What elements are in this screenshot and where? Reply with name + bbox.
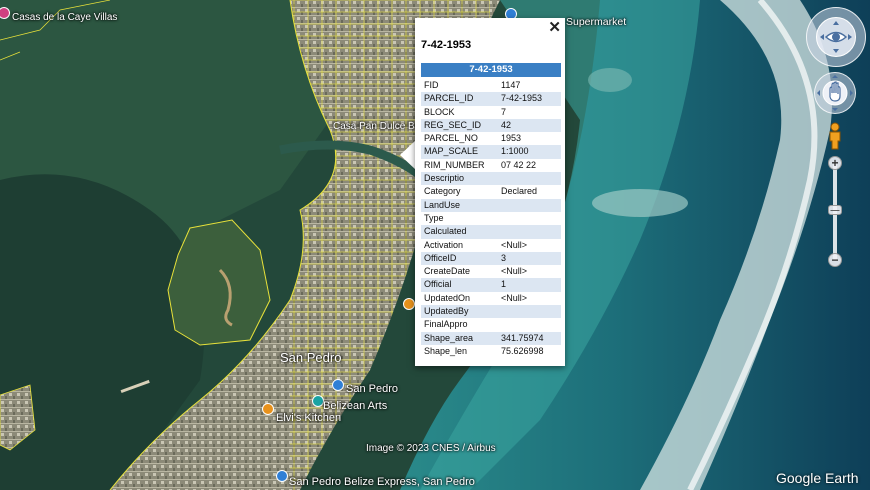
attribute-row: UpdatedOn <Null> [421,292,561,305]
attribute-key: OfficeID [421,251,498,266]
attribute-key: Official [421,278,498,292]
google-earth-logo: Google Earth [776,470,859,486]
attribute-value: 1 [498,278,561,292]
attribute-row: OfficeID 3 [421,251,561,266]
attribute-row: CreateDate <Null> [421,265,561,278]
attribute-row: Activation <Null> [421,239,561,252]
attribute-key: Type [424,212,444,223]
attribute-key: REG_SEC_ID [421,118,498,133]
attribute-key: Activation [424,239,464,250]
image-attribution: Image © 2023 CNES / Airbus [366,443,496,454]
poi-pin-express[interactable] [276,470,288,482]
attribute-row: Type [421,212,561,225]
attribute-row: Descriptio [421,172,561,186]
attribute-key: UpdatedBy [421,305,498,319]
sand-patch-2 [588,68,632,92]
attribute-key: MAP_SCALE [421,145,498,159]
look-around-icon[interactable] [816,17,856,57]
attribute-row: LandUse [421,198,561,212]
attribute-value: 1147 [501,80,521,90]
attribute-row: Category Declared [421,185,561,198]
attribute-key: PARCEL_NO [424,133,478,144]
popup-title: 7-42-1953 [421,39,472,51]
attribute-value: Declared [501,186,538,197]
attribute-value [498,225,561,239]
attribute-value [498,198,561,212]
attribute-row: Shape_area 341.75974 [421,331,561,345]
attribute-row: FID 1147 [421,79,561,92]
sand-patch [592,189,688,217]
attribute-value: 3 [498,251,561,266]
zoom-out-icon[interactable]: − [828,253,842,267]
place-label-express[interactable]: San Pedro Belize Express, San Pedro [289,476,475,488]
place-label-supermarket[interactable]: Supermarket [566,16,626,28]
attribute-row: REG_SEC_ID 42 [421,118,561,133]
attribute-row: MAP_SCALE 1:1000 [421,145,561,159]
attribute-key: CreateDate [424,266,471,277]
pan-control[interactable] [814,72,856,114]
attribute-key: UpdatedOn [424,292,471,303]
place-label-casas[interactable]: Casas de la Caye Villas [12,12,117,23]
attribute-value: 07 42 22 [501,159,537,170]
place-label-san-pedro-poi[interactable]: San Pedro [346,383,398,395]
attribute-row: UpdatedBy [421,305,561,319]
attribute-value: 1953 [501,133,522,144]
attribute-value: 42 [498,118,561,133]
attribute-value: 1:1000 [498,145,561,159]
place-label-san-pedro-town[interactable]: San Pedro [280,350,341,365]
pegman-icon [829,122,841,150]
attribute-key: Descriptio [421,172,498,186]
attribute-row: FinalAppro [421,318,561,331]
attribute-value [498,212,561,225]
popup-pointer [400,140,416,170]
popup-table-header: 7-42-1953 [421,63,561,77]
attribute-key: Shape_area [421,331,498,345]
attribute-row: BLOCK 7 [421,106,561,119]
attribute-row: PARCEL_NO 1953 [421,132,561,145]
attribute-value: 75.626998 [501,345,544,356]
place-label-elvis-kitchen[interactable]: Elvi's Kitchen [276,412,341,424]
attribute-value [498,305,561,319]
attribute-key: FID [424,80,439,90]
attribute-value: <Null> [501,266,528,277]
place-label-casa-pan-dulce[interactable]: Casa Pan Dulce B [333,121,415,132]
attribute-key: PARCEL_ID [421,92,498,106]
attribute-key: LandUse [421,198,498,212]
attribute-key: Category [424,186,461,197]
attribute-value: 341.75974 [498,331,561,345]
attribute-value [498,318,561,331]
attribute-row: RIM_NUMBER 07 42 22 [421,159,561,172]
attribute-value: <Null> [501,292,528,303]
attribute-row: Calculated [421,225,561,239]
poi-pin-elvis-kitchen[interactable] [262,403,274,415]
zoom-slider-thumb[interactable]: — [828,205,842,215]
attribute-row: PARCEL_ID 7-42-1953 [421,92,561,106]
pan-hand-icon [817,75,853,111]
attribute-value: <Null> [501,239,528,250]
attribute-table: FID 1147 PARCEL_ID 7-42-1953 BLOCK 7 REG_SEC_I… [421,79,561,358]
attribute-key: RIM_NUMBER [424,159,485,170]
attribute-key: Shape_len [424,345,468,356]
poi-pin-restaurant[interactable] [403,298,415,310]
attribute-value [498,172,561,186]
close-icon[interactable]: ✕ [548,19,561,37]
attribute-row: Shape_len 75.626998 [421,345,561,358]
attribute-key: FinalAppro [424,319,468,330]
eye-icon [820,21,852,53]
attribute-key: Calculated [421,225,498,239]
zoom-in-icon[interactable]: + [828,156,842,170]
poi-pin-san-pedro[interactable] [332,379,344,391]
attribute-key: BLOCK [424,106,455,117]
place-label-belizean-arts[interactable]: Belizean Arts [323,400,387,412]
attribute-row: Official 1 [421,278,561,292]
attribute-value: 7-42-1953 [498,92,561,106]
parcel-info-popup: ✕ 7-42-1953 7-42-1953 FID 1147 PARCEL_ID 7-… [415,18,565,366]
attribute-value: 7 [501,106,507,117]
street-view-pegman-icon[interactable] [827,122,843,150]
